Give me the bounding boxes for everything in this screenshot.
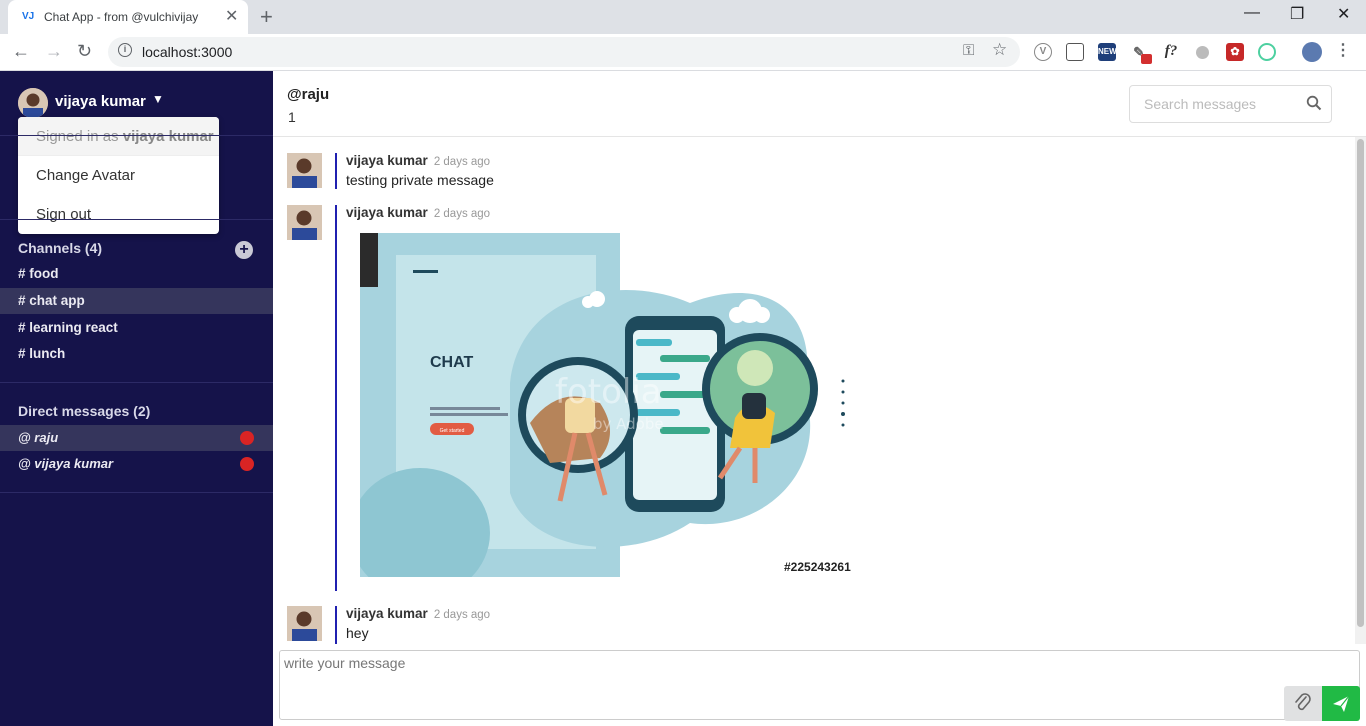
extension-badge [1141,54,1152,64]
message-bar [335,153,337,189]
image-watermark: fotolia [555,372,662,412]
browser-tab[interactable]: VJ Chat App - from @vulchivijay ✕ [8,0,248,34]
change-avatar-menu-item[interactable]: Change Avatar [18,156,219,195]
divider [0,135,273,136]
message-image[interactable]: CHAT Get started fotolia by Adobe #22524… [350,233,860,598]
signed-in-header: Signed in as vijaya kumar [18,117,219,156]
message-input[interactable] [282,653,1272,717]
conversation-header: @raju 1 [273,71,1366,137]
message-avatar [287,606,322,641]
window-close-icon[interactable]: ✕ [1337,4,1350,24]
attach-file-button[interactable] [1284,686,1322,721]
message-author: vijaya kumar 2 days ago [346,205,491,220]
green-extension-icon[interactable] [1258,43,1276,61]
message: vijaya kumar 2 days ago testing private m… [287,153,887,193]
menu-icon[interactable]: ⋮ [1334,43,1352,61]
minimize-icon[interactable]: — [1244,4,1260,22]
url-field[interactable]: i localhost:3000 ⚿ ☆ [108,37,1020,67]
divider [0,382,273,383]
tab-title: Chat App - from @vulchivijay [44,10,199,24]
message-scrollbar[interactable] [1355,137,1366,644]
screenshot-extension-icon[interactable] [1066,43,1084,61]
search-input[interactable] [1131,87,1291,121]
message-composer [273,644,1366,726]
composer-box [279,650,1360,721]
message-avatar [287,205,322,240]
offline-status-dot [240,431,254,445]
key-icon[interactable]: ⚿ [963,42,974,59]
dm-item-vijaya-kumar[interactable]: @ vijaya kumar [0,451,273,477]
offline-status-dot [240,457,254,471]
news-extension-icon[interactable]: NEW [1098,43,1117,61]
new-tab-icon[interactable]: + [260,4,273,30]
close-tab-icon[interactable]: ✕ [225,6,238,26]
channel-item-lunch[interactable]: # lunch [0,341,273,367]
browser-tabbar: VJ Chat App - from @vulchivijay ✕ + — ❐ … [0,0,1366,34]
forward-icon[interactable]: → [45,41,63,62]
restore-icon[interactable]: ❐ [1290,4,1304,24]
add-channel-icon[interactable]: + [235,241,253,259]
info-icon[interactable]: i [118,43,132,57]
vivaldi-extension-icon[interactable]: V [1034,43,1052,61]
user-name: vijaya kumar [55,93,146,110]
divider [0,219,273,220]
channels-title: Channels (4) [18,240,103,256]
image-heading: CHAT [430,354,473,371]
divider [0,492,273,493]
send-icon [1333,695,1350,712]
dm-item-raju[interactable]: @ raju [0,425,273,451]
reload-icon[interactable]: ↻ [77,41,92,62]
message-bar [335,606,337,644]
message-avatar [287,153,322,188]
sidebar: vijaya kumar ▼ Signed in as vijaya kumar… [0,71,273,726]
channel-item-learning-react[interactable]: # learning react [0,315,273,341]
channel-item-chat-app[interactable]: # chat app [0,288,273,314]
caret-down-icon[interactable]: ▼ [152,92,164,106]
dm-label: @ vijaya kumar [18,456,114,471]
message: vijaya kumar 2 days ago hey [287,606,887,644]
conversation-title: @raju [287,86,330,103]
tab-favicon: VJ [22,11,35,22]
url-text: localhost:3000 [142,44,233,60]
bookmark-star-icon[interactable]: ☆ [992,40,1007,60]
scrollbar-thumb[interactable] [1357,139,1364,627]
search-box [1129,85,1332,123]
image-watermark-sub: by Adobe [593,415,664,433]
image-button-text: Get started [440,428,465,434]
message-bar [335,205,337,591]
message-list: vijaya kumar 2 days ago testing private m… [273,137,1355,644]
paperclip-icon [1295,693,1311,711]
image-caption: #225243261 [784,560,851,574]
message-time: 2 days ago [433,156,491,168]
sign-out-menu-item[interactable]: Sign out [18,195,219,234]
back-icon[interactable]: ← [12,41,30,62]
red-extension-icon[interactable]: ✿ [1226,43,1244,61]
message-author: vijaya kumar 2 days ago [346,153,491,168]
message-author: vijaya kumar 2 days ago [346,606,491,621]
send-button[interactable] [1322,686,1360,721]
search-icon[interactable] [1306,95,1322,116]
avatar [18,88,48,118]
user-count: 1 [288,109,296,125]
circle-extension-icon[interactable] [1196,46,1209,59]
dm-label: @ raju [18,430,59,445]
message-text: hey [346,625,369,641]
profile-avatar[interactable] [1302,42,1322,62]
message-text: testing private message [346,172,494,188]
direct-messages-title: Direct messages (2) [18,403,151,419]
font-extension-icon[interactable]: f? [1162,43,1180,61]
channel-item-food[interactable]: # food [0,261,273,287]
message-time: 2 days ago [433,208,491,220]
message-time: 2 days ago [433,609,491,621]
